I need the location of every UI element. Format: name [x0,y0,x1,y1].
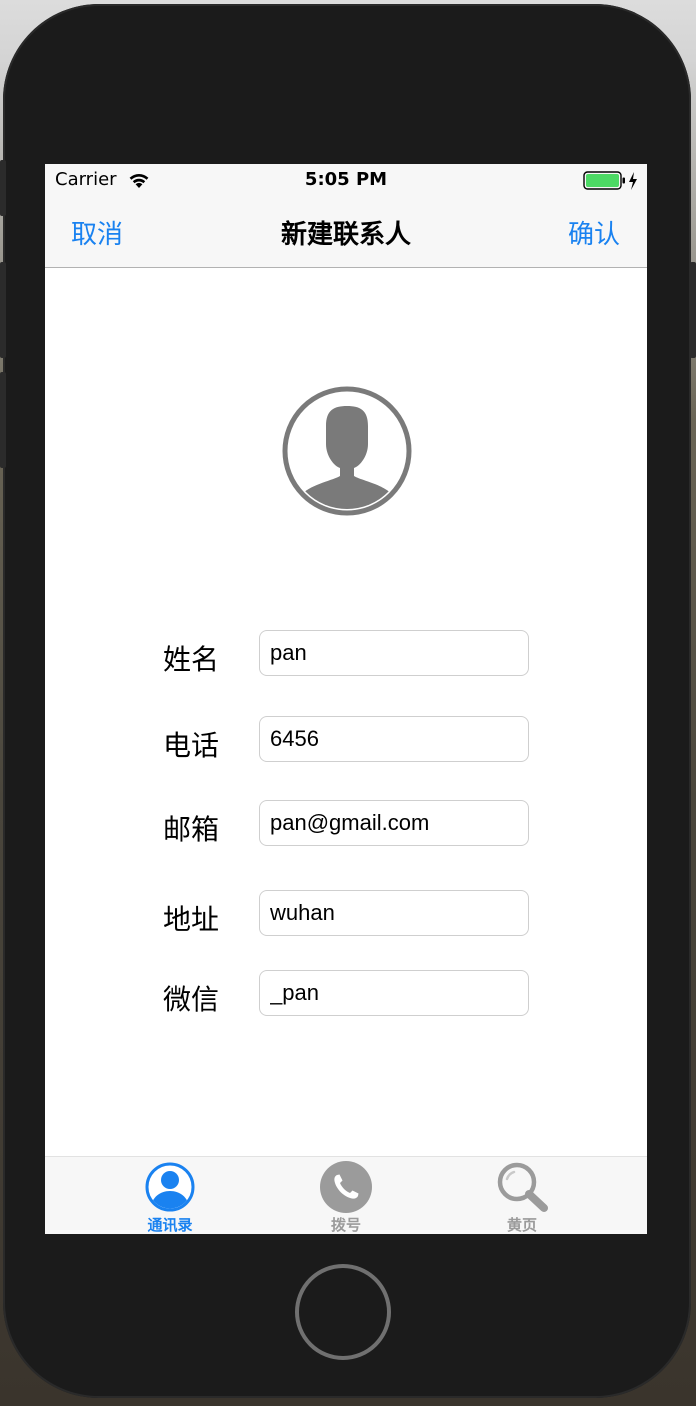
power-button [690,262,696,358]
form-row-name: 姓名 [45,630,647,678]
tab-contacts-label: 通讯录 [147,1216,193,1234]
wechat-label: 微信 [163,983,220,1016]
tab-contacts[interactable]: 通讯录 [110,1157,230,1234]
avatar[interactable] [282,386,412,516]
wechat-field[interactable] [259,970,529,1016]
status-bar: Carrier 5:05 PM [45,164,647,198]
email-label: 邮箱 [163,813,220,846]
email-field[interactable] [259,800,529,846]
name-label: 姓名 [163,643,220,676]
tab-yellow-pages[interactable]: 黄页 [462,1157,582,1234]
volume-down-button [0,372,6,468]
phone-field[interactable] [259,716,529,762]
status-time: 5:05 PM [304,169,388,190]
tab-dialer[interactable]: 拨号 [286,1157,406,1234]
search-icon [497,1162,548,1212]
phone-icon [320,1161,372,1213]
address-label: 地址 [163,903,220,936]
contacts-icon [145,1162,195,1212]
address-field[interactable] [259,890,529,936]
form-row-email: 邮箱 [45,800,647,848]
battery-icon [583,171,637,190]
phone-label: 电话 [163,729,220,762]
navigation-bar: 取消 新建联系人 确认 [45,198,647,268]
phone-screen: Carrier 5:05 PM 取消 新建联系人 确认 姓名 pan 电话 64… [45,164,647,1234]
mute-switch [0,160,6,216]
form-row-wechat: 微信 [45,970,647,1018]
tab-bar: 通讯录 拨号 黄页 [45,1156,647,1234]
volume-up-button [0,262,6,358]
tab-dialer-label: 拨号 [330,1216,361,1234]
confirm-button[interactable]: 确认 [568,214,620,251]
page-title: 新建联系人 [280,220,411,250]
form-row-phone: 电话 [45,716,647,764]
name-field[interactable] [259,630,529,676]
tab-yellow-pages-label: 黄页 [506,1216,537,1234]
home-button[interactable] [295,1264,391,1360]
person-placeholder-icon [282,386,412,516]
form-row-address: 地址 [45,890,647,938]
